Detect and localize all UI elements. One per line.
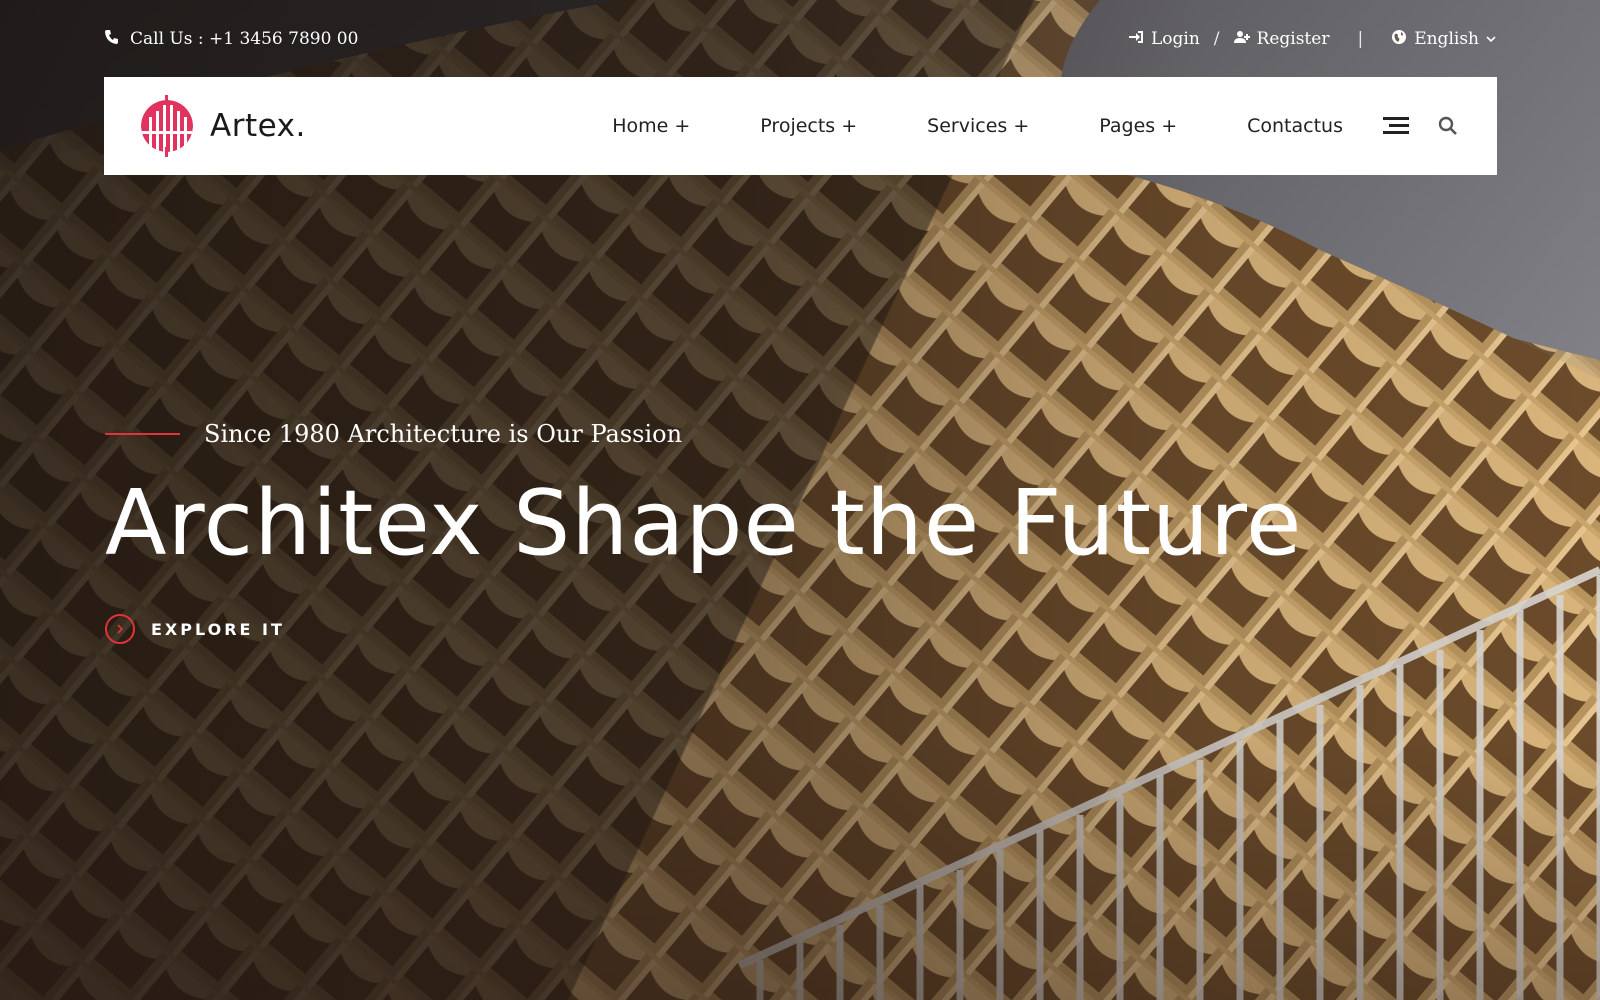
account-links: Login / Register | English [1128,29,1496,50]
login-link[interactable]: Login [1128,29,1200,50]
artex-logo-icon [141,95,193,157]
contact-info: Call Us : +1 3456 7890 00 [104,29,358,50]
add-user-icon [1233,29,1250,50]
nav-item-pages[interactable]: Pages + [1099,115,1177,137]
hero-bottom-overlay [0,740,1600,1000]
call-us-text: Call Us : +1 3456 7890 00 [130,29,359,49]
phone-icon [104,29,120,50]
brand[interactable]: Artex. [140,95,306,157]
login-register-separator: / [1213,29,1220,49]
register-link[interactable]: Register [1233,29,1330,50]
main-navbar: Artex. Home + Projects + Services + Page… [104,77,1497,175]
hero-tagline: Since 1980 Architecture is Our Passion [204,420,683,448]
chevron-right-icon [105,614,135,644]
brand-name: Artex. [210,108,306,144]
topbar-divider: | [1357,29,1364,49]
nav-icons [1383,113,1461,139]
language-selector[interactable]: English [1391,29,1496,50]
hero-content: Since 1980 Architecture is Our Passion A… [105,420,1302,644]
tagline-accent-line [105,433,180,435]
search-icon[interactable] [1435,113,1461,139]
nav-item-projects[interactable]: Projects + [760,115,857,137]
explore-label: EXPLORE IT [151,619,285,639]
nav-item-home[interactable]: Home + [612,115,690,137]
nav-item-services[interactable]: Services + [927,115,1029,137]
hero-title: Architex Shape the Future [105,471,1303,576]
tagline-row: Since 1980 Architecture is Our Passion [105,420,1302,448]
globe-icon [1391,29,1407,50]
language-label: English [1414,29,1479,49]
chevron-down-icon [1486,29,1496,49]
register-label: Register [1256,29,1330,49]
top-bar: Call Us : +1 3456 7890 00 Login / Regist… [104,22,1496,56]
sign-in-icon [1128,29,1144,50]
menu-icon[interactable] [1383,113,1409,139]
explore-button[interactable]: EXPLORE IT [105,614,1302,644]
nav-item-contactus[interactable]: Contactus [1247,115,1343,137]
nav-menu: Home + Projects + Services + Pages + Con… [612,115,1343,137]
login-label: Login [1151,29,1200,49]
